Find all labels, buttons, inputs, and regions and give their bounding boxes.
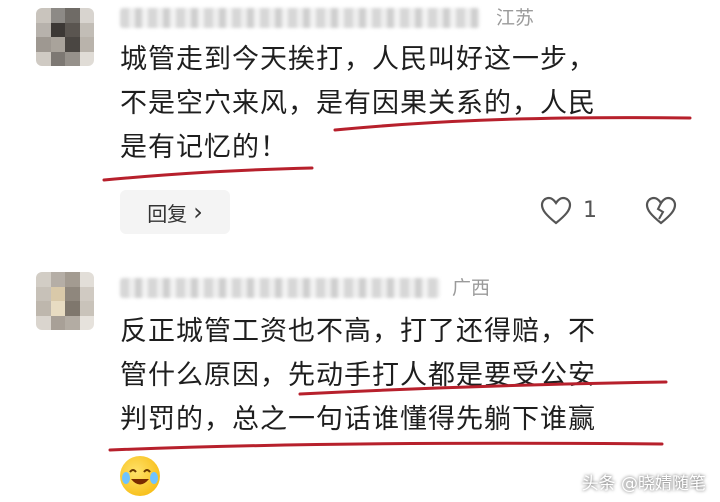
username-blurred[interactable] <box>120 278 440 298</box>
comment-line: 反正城管工资也不高，打了还得赔，不 <box>120 316 596 347</box>
underline-stroke <box>108 441 664 452</box>
comment-line: 不是空穴来风，是有因果关系的，人民 <box>120 88 596 119</box>
avatar[interactable] <box>36 272 94 330</box>
heart-outline-icon[interactable] <box>540 196 572 230</box>
watermark: 头条 @晓婧随笔 <box>581 474 706 494</box>
like-count: 1 <box>583 198 597 223</box>
region-label: 江苏 <box>496 7 535 29</box>
username-blurred[interactable] <box>120 8 480 28</box>
reply-label: 回复 <box>147 201 188 226</box>
comment-line: 是有记忆的！ <box>120 132 288 163</box>
reply-button[interactable]: 回复 › <box>120 190 230 234</box>
comment-line: 城管走到今天挨打，人民叫好这一步， <box>120 44 596 75</box>
chevron-right-icon: › <box>193 198 203 226</box>
region-label: 广西 <box>452 277 491 299</box>
avatar[interactable] <box>36 8 94 66</box>
comment-text: 城管走到今天挨打，人民叫好这一步， 不是空穴来风，是有因果关系的，人民 是有记忆… <box>120 38 596 170</box>
comment-text: 反正城管工资也不高，打了还得赔，不 管什么原因，先动手打人都是要受公安 判罚的，… <box>120 310 596 442</box>
comment-line: 管什么原因，先动手打人都是要受公安 <box>120 360 596 391</box>
laughing-crying-emoji-icon <box>120 456 160 496</box>
comment-line: 判罚的，总之一句话谁懂得先躺下谁赢 <box>120 404 596 435</box>
broken-heart-icon[interactable] <box>645 196 677 230</box>
